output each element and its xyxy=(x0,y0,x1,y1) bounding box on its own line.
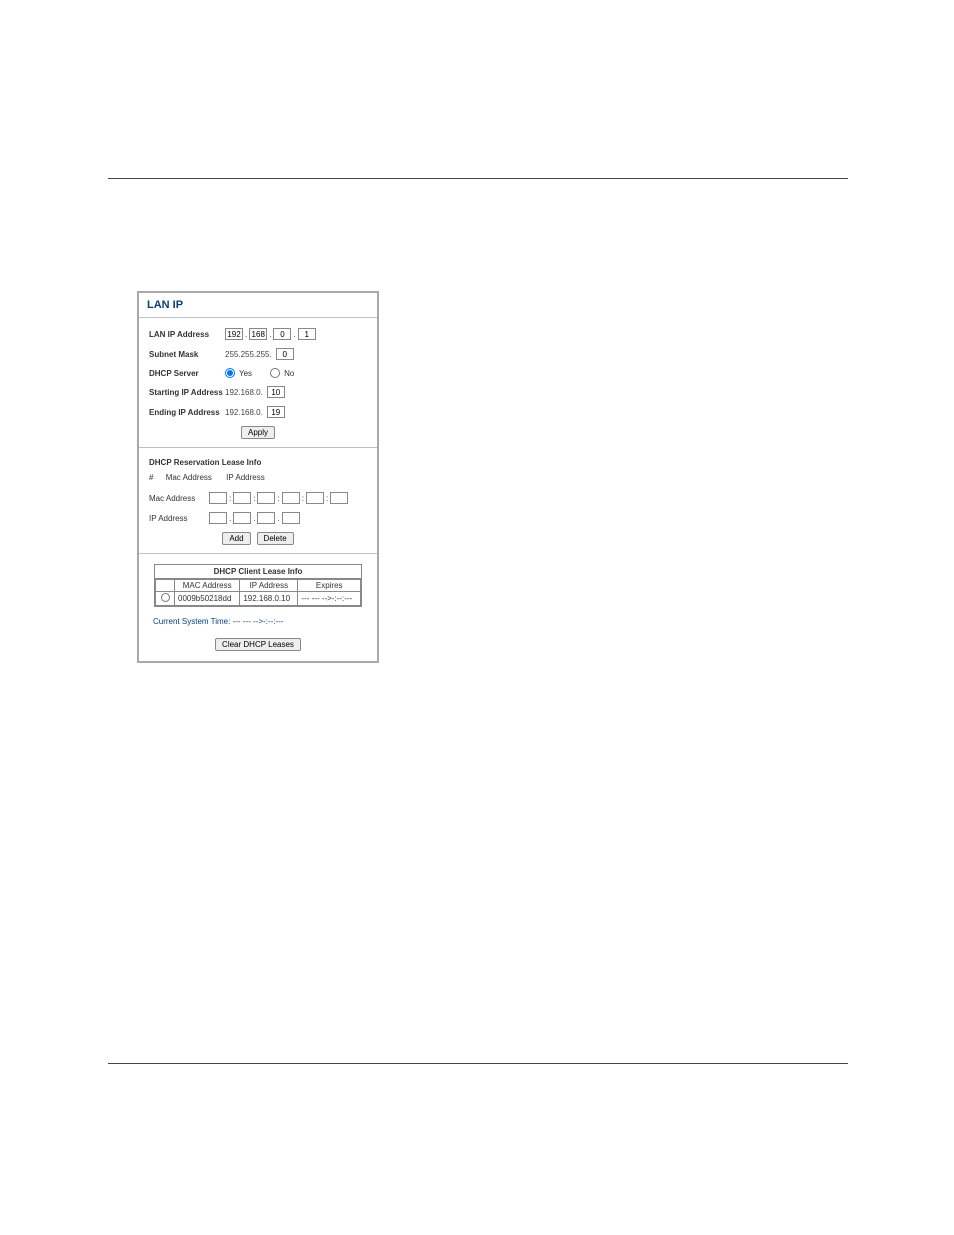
ending-ip-prefix: 192.168.0. xyxy=(225,408,263,417)
client-lease-select-header xyxy=(156,580,175,592)
client-lease-panel: DHCP Client Lease Info MAC Address IP Ad… xyxy=(154,564,362,607)
ending-ip-label: Ending IP Address xyxy=(149,408,225,417)
mac-octet-5[interactable] xyxy=(306,492,324,504)
dot-icon: . xyxy=(253,514,255,523)
client-lease-header-row: MAC Address IP Address Expires xyxy=(156,580,361,592)
ending-ip-last-octet[interactable] xyxy=(267,406,285,418)
dot-icon: . xyxy=(269,330,271,339)
client-lease-mac: 0009b50218dd xyxy=(175,592,240,606)
mac-octet-2[interactable] xyxy=(233,492,251,504)
lan-settings-section: LAN IP Address . . . Subnet Mask 255.255… xyxy=(139,328,377,439)
ending-ip-row: Ending IP Address 192.168.0. xyxy=(149,406,367,418)
reservation-ip-label: IP Address xyxy=(149,514,209,523)
dhcp-no-input[interactable] xyxy=(270,368,280,378)
dhcp-server-label: DHCP Server xyxy=(149,369,225,378)
res-ip-octet-4[interactable] xyxy=(282,512,300,524)
dot-icon: . xyxy=(245,330,247,339)
apply-button[interactable]: Apply xyxy=(241,426,275,439)
dot-icon: . xyxy=(293,330,295,339)
starting-ip-last-octet[interactable] xyxy=(267,386,285,398)
lan-ip-panel: LAN IP LAN IP Address . . . Subnet Mask … xyxy=(137,291,379,663)
client-lease-ip-header: IP Address xyxy=(240,580,298,592)
reservation-mac-row: Mac Address : : : : : xyxy=(149,492,367,504)
reservation-col-mac: Mac Address xyxy=(166,473,212,482)
panel-title: LAN IP xyxy=(139,299,377,313)
system-time-label: Current System Time: xyxy=(153,617,230,626)
res-ip-octet-3[interactable] xyxy=(257,512,275,524)
add-button[interactable]: Add xyxy=(222,532,250,545)
reservation-columns: # Mac Address IP Address xyxy=(149,473,367,482)
starting-ip-prefix: 192.168.0. xyxy=(225,388,263,397)
dot-icon: . xyxy=(277,514,279,523)
dhcp-no-radio[interactable]: No xyxy=(270,368,294,378)
lan-ip-octet-1[interactable] xyxy=(225,328,243,340)
client-lease-mac-header: MAC Address xyxy=(175,580,240,592)
client-lease-table: MAC Address IP Address Expires 0009b5021… xyxy=(155,579,361,606)
colon-icon: : xyxy=(229,494,231,503)
system-time-value: --- --- -->-:--:--- xyxy=(233,617,284,626)
subnet-prefix: 255.255.255. xyxy=(225,350,272,359)
subnet-label: Subnet Mask xyxy=(149,350,225,359)
colon-icon: : xyxy=(253,494,255,503)
clear-leases-row: Clear DHCP Leases xyxy=(139,638,377,651)
lan-ip-octet-4[interactable] xyxy=(298,328,316,340)
colon-icon: : xyxy=(326,494,328,503)
dhcp-yes-input[interactable] xyxy=(225,368,235,378)
mac-octet-3[interactable] xyxy=(257,492,275,504)
lan-ip-octet-2[interactable] xyxy=(249,328,267,340)
starting-ip-row: Starting IP Address 192.168.0. xyxy=(149,386,367,398)
reservation-col-ip: IP Address xyxy=(226,473,265,482)
dhcp-no-text: No xyxy=(284,369,294,378)
dhcp-yes-text: Yes xyxy=(239,369,252,378)
dhcp-server-row: DHCP Server Yes No xyxy=(149,368,367,378)
starting-ip-label: Starting IP Address xyxy=(149,388,225,397)
colon-icon: : xyxy=(277,494,279,503)
client-lease-expires-header: Expires xyxy=(298,580,361,592)
client-lease-expires: --- --- -->-:--:--- xyxy=(298,592,361,606)
mac-octet-4[interactable] xyxy=(282,492,300,504)
reservation-section: DHCP Reservation Lease Info # Mac Addres… xyxy=(139,458,377,545)
lan-ip-label: LAN IP Address xyxy=(149,330,225,339)
reservation-buttons: Add Delete xyxy=(149,532,367,545)
dhcp-yes-radio[interactable]: Yes xyxy=(225,368,252,378)
subnet-last-octet[interactable] xyxy=(276,348,294,360)
client-lease-row: 0009b50218dd 192.168.0.10 --- --- -->-:-… xyxy=(156,592,361,606)
reservation-mac-label: Mac Address xyxy=(149,494,209,503)
reservation-ip-row: IP Address . . . xyxy=(149,512,367,524)
lan-ip-row: LAN IP Address . . . xyxy=(149,328,367,340)
divider xyxy=(139,447,377,448)
res-ip-octet-2[interactable] xyxy=(233,512,251,524)
colon-icon: : xyxy=(302,494,304,503)
lan-ip-octet-3[interactable] xyxy=(273,328,291,340)
delete-button[interactable]: Delete xyxy=(257,532,294,545)
divider xyxy=(139,317,377,318)
client-lease-select-radio[interactable] xyxy=(161,593,170,602)
dot-icon: . xyxy=(229,514,231,523)
client-lease-ip: 192.168.0.10 xyxy=(240,592,298,606)
page-bottom-rule xyxy=(108,1063,848,1064)
reservation-heading: DHCP Reservation Lease Info xyxy=(149,458,367,467)
apply-row: Apply xyxy=(149,426,367,439)
res-ip-octet-1[interactable] xyxy=(209,512,227,524)
mac-octet-1[interactable] xyxy=(209,492,227,504)
subnet-row: Subnet Mask 255.255.255. xyxy=(149,348,367,360)
clear-dhcp-leases-button[interactable]: Clear DHCP Leases xyxy=(215,638,301,651)
client-lease-heading: DHCP Client Lease Info xyxy=(155,565,361,579)
page-top-rule xyxy=(108,178,848,179)
divider xyxy=(139,553,377,554)
reservation-col-index: # xyxy=(149,473,153,482)
system-time-line: Current System Time: --- --- -->-:--:--- xyxy=(139,613,377,632)
mac-octet-6[interactable] xyxy=(330,492,348,504)
